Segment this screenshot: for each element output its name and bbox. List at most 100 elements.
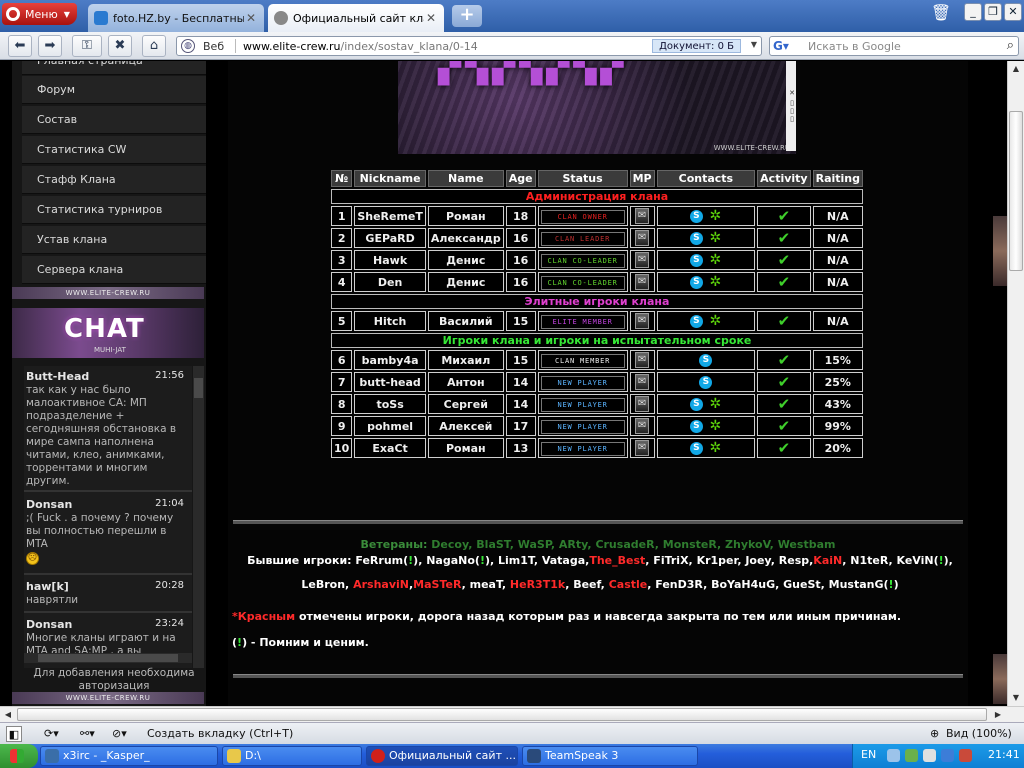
player-nickname[interactable]: GEPaRD	[354, 228, 426, 248]
opera-menu-button[interactable]: Меню ▼	[2, 3, 77, 25]
chat-horizontal-scrollbar[interactable]	[24, 653, 192, 663]
stop-button[interactable]: ✖	[108, 35, 132, 57]
share-icon[interactable]: ⚯▾	[80, 726, 95, 742]
icq-icon[interactable]: ✲	[709, 209, 722, 223]
search-input[interactable]: Искать в Google	[808, 40, 901, 53]
close-icon[interactable]: ✕	[424, 11, 438, 25]
player-nickname[interactable]: Den	[354, 272, 426, 292]
scroll-thumb[interactable]	[38, 654, 178, 662]
scroll-up-icon[interactable]: ▲	[1008, 61, 1024, 77]
back-button[interactable]: ⬅	[8, 35, 32, 57]
skype-icon[interactable]: S	[689, 253, 703, 267]
scroll-right-icon[interactable]: ▶	[990, 707, 1006, 723]
start-button[interactable]	[0, 744, 38, 768]
volume-icon[interactable]	[923, 749, 936, 762]
skype-icon[interactable]: S	[689, 275, 703, 289]
key-icon[interactable]: ⚿	[72, 35, 102, 57]
sidebar-item-servers[interactable]: Сервера клана	[22, 256, 206, 284]
private-message-icon[interactable]: ✉	[635, 418, 650, 434]
scroll-thumb[interactable]	[1009, 111, 1023, 271]
language-indicator[interactable]: EN	[861, 748, 876, 761]
tray-app-icon[interactable]	[905, 749, 918, 762]
player-nickname[interactable]: ExaCt	[354, 438, 426, 458]
sidebar-item-roster[interactable]: Состав	[22, 106, 206, 134]
skype-icon[interactable]: S	[699, 375, 713, 389]
player-nickname[interactable]: SheRemeT	[354, 206, 426, 226]
private-message-icon[interactable]: ✉	[635, 440, 650, 456]
page-vertical-scrollbar[interactable]: ▲ ▼	[1007, 61, 1024, 706]
skype-icon[interactable]: S	[699, 353, 713, 367]
google-icon[interactable]: G▾	[773, 39, 789, 53]
task-explorer[interactable]: D:\	[222, 746, 362, 766]
antivirus-icon[interactable]	[959, 749, 972, 762]
icq-icon[interactable]: ✲	[709, 397, 722, 411]
icq-icon[interactable]: ✲	[709, 275, 722, 289]
tab-elite-crew[interactable]: Официальный сайт кла... ✕	[268, 4, 444, 32]
icq-icon[interactable]: ✲	[709, 253, 722, 267]
player-rating: 20%	[812, 438, 863, 458]
search-bar[interactable]: G▾ Искать в Google ⌕	[769, 36, 1019, 56]
player-nickname[interactable]: bamby4a	[354, 350, 426, 370]
private-message-icon[interactable]: ✉	[635, 274, 650, 290]
player-nickname[interactable]: Hawk	[354, 250, 426, 270]
skype-icon[interactable]: S	[689, 314, 703, 328]
private-message-icon[interactable]: ✉	[635, 352, 650, 368]
network-icon[interactable]	[887, 749, 900, 762]
skype-icon[interactable]: S	[689, 397, 703, 411]
scroll-down-icon[interactable]: ▼	[1008, 690, 1024, 706]
sidebar-item-cw-stats[interactable]: Статистика CW	[22, 136, 206, 164]
search-icon[interactable]: ⌕	[1007, 38, 1014, 53]
player-nickname[interactable]: Hitch	[354, 311, 426, 331]
close-window-button[interactable]: ✕	[1004, 3, 1022, 21]
sidebar-item-forum[interactable]: Форум	[22, 76, 206, 104]
scroll-left-icon[interactable]: ◀	[0, 707, 16, 723]
sidebar-item-charter[interactable]: Устав клана	[22, 226, 206, 254]
scroll-thumb[interactable]	[194, 378, 203, 398]
page-horizontal-scrollbar[interactable]: ◀ ▶	[0, 706, 1024, 722]
tab-foto-hz[interactable]: foto.HZ.by - Бесплатны... ✕	[88, 4, 264, 32]
icq-icon[interactable]: ✲	[709, 441, 722, 455]
player-nickname[interactable]: pohmel	[354, 416, 426, 436]
url-text[interactable]: www.elite-crew.ru/index/sostav_klana/0-1…	[243, 40, 478, 53]
task-opera[interactable]: Официальный сайт ...	[366, 746, 518, 766]
task-x3irc[interactable]: x3irc - _Kasper_	[40, 746, 218, 766]
skype-icon[interactable]: S	[689, 441, 703, 455]
tray-app-icon[interactable]	[941, 749, 954, 762]
skype-icon[interactable]: S	[689, 419, 703, 433]
sidebar-item-home[interactable]: Главная страница	[22, 61, 206, 75]
maximize-button[interactable]: ❐	[984, 3, 1002, 21]
private-message-icon[interactable]: ✉	[635, 374, 650, 390]
panel-toggle-icon[interactable]: ◧	[6, 726, 22, 742]
ad-close-icon[interactable]: ✕ ▯▯▯	[786, 61, 796, 151]
address-bar[interactable]: ◍ Веб www.elite-crew.ru/index/sostav_kla…	[176, 36, 762, 56]
minimize-button[interactable]: _	[964, 3, 982, 21]
chat-messages[interactable]: Butt-Head 21:56 так как у нас было малоа…	[24, 366, 192, 668]
skype-icon[interactable]: S	[689, 209, 703, 223]
zoom-level[interactable]: Вид (100%)	[946, 726, 1012, 742]
chevron-down-icon[interactable]: ▼	[751, 40, 757, 49]
turbo-icon[interactable]: ⊘▾	[112, 726, 127, 742]
private-message-icon[interactable]: ✉	[635, 252, 650, 268]
close-icon[interactable]: ✕	[244, 11, 258, 25]
private-message-icon[interactable]: ✉	[635, 396, 650, 412]
task-teamspeak[interactable]: TeamSpeak 3	[522, 746, 698, 766]
trash-icon[interactable]: 🗑	[930, 3, 952, 25]
forward-button[interactable]: ➡	[38, 35, 62, 57]
new-tab-button[interactable]: +	[452, 5, 482, 27]
icq-icon[interactable]: ✲	[709, 314, 722, 328]
sync-icon[interactable]: ⟳▾	[44, 726, 59, 742]
player-nickname[interactable]: butt-head	[354, 372, 426, 392]
skype-icon[interactable]: S	[689, 231, 703, 245]
chat-scrollbar[interactable]	[193, 366, 204, 668]
private-message-icon[interactable]: ✉	[635, 230, 650, 246]
scroll-thumb[interactable]	[17, 708, 987, 721]
home-button[interactable]: ⌂	[142, 35, 166, 57]
player-nickname[interactable]: toSs	[354, 394, 426, 414]
sidebar-item-staff[interactable]: Стафф Клана	[22, 166, 206, 194]
icq-icon[interactable]: ✲	[709, 231, 722, 245]
icq-icon[interactable]: ✲	[709, 419, 722, 433]
new-tab-hint[interactable]: Создать вкладку (Ctrl+T)	[147, 726, 293, 742]
sidebar-item-tournament-stats[interactable]: Статистика турниров	[22, 196, 206, 224]
private-message-icon[interactable]: ✉	[635, 313, 650, 329]
private-message-icon[interactable]: ✉	[635, 208, 650, 224]
